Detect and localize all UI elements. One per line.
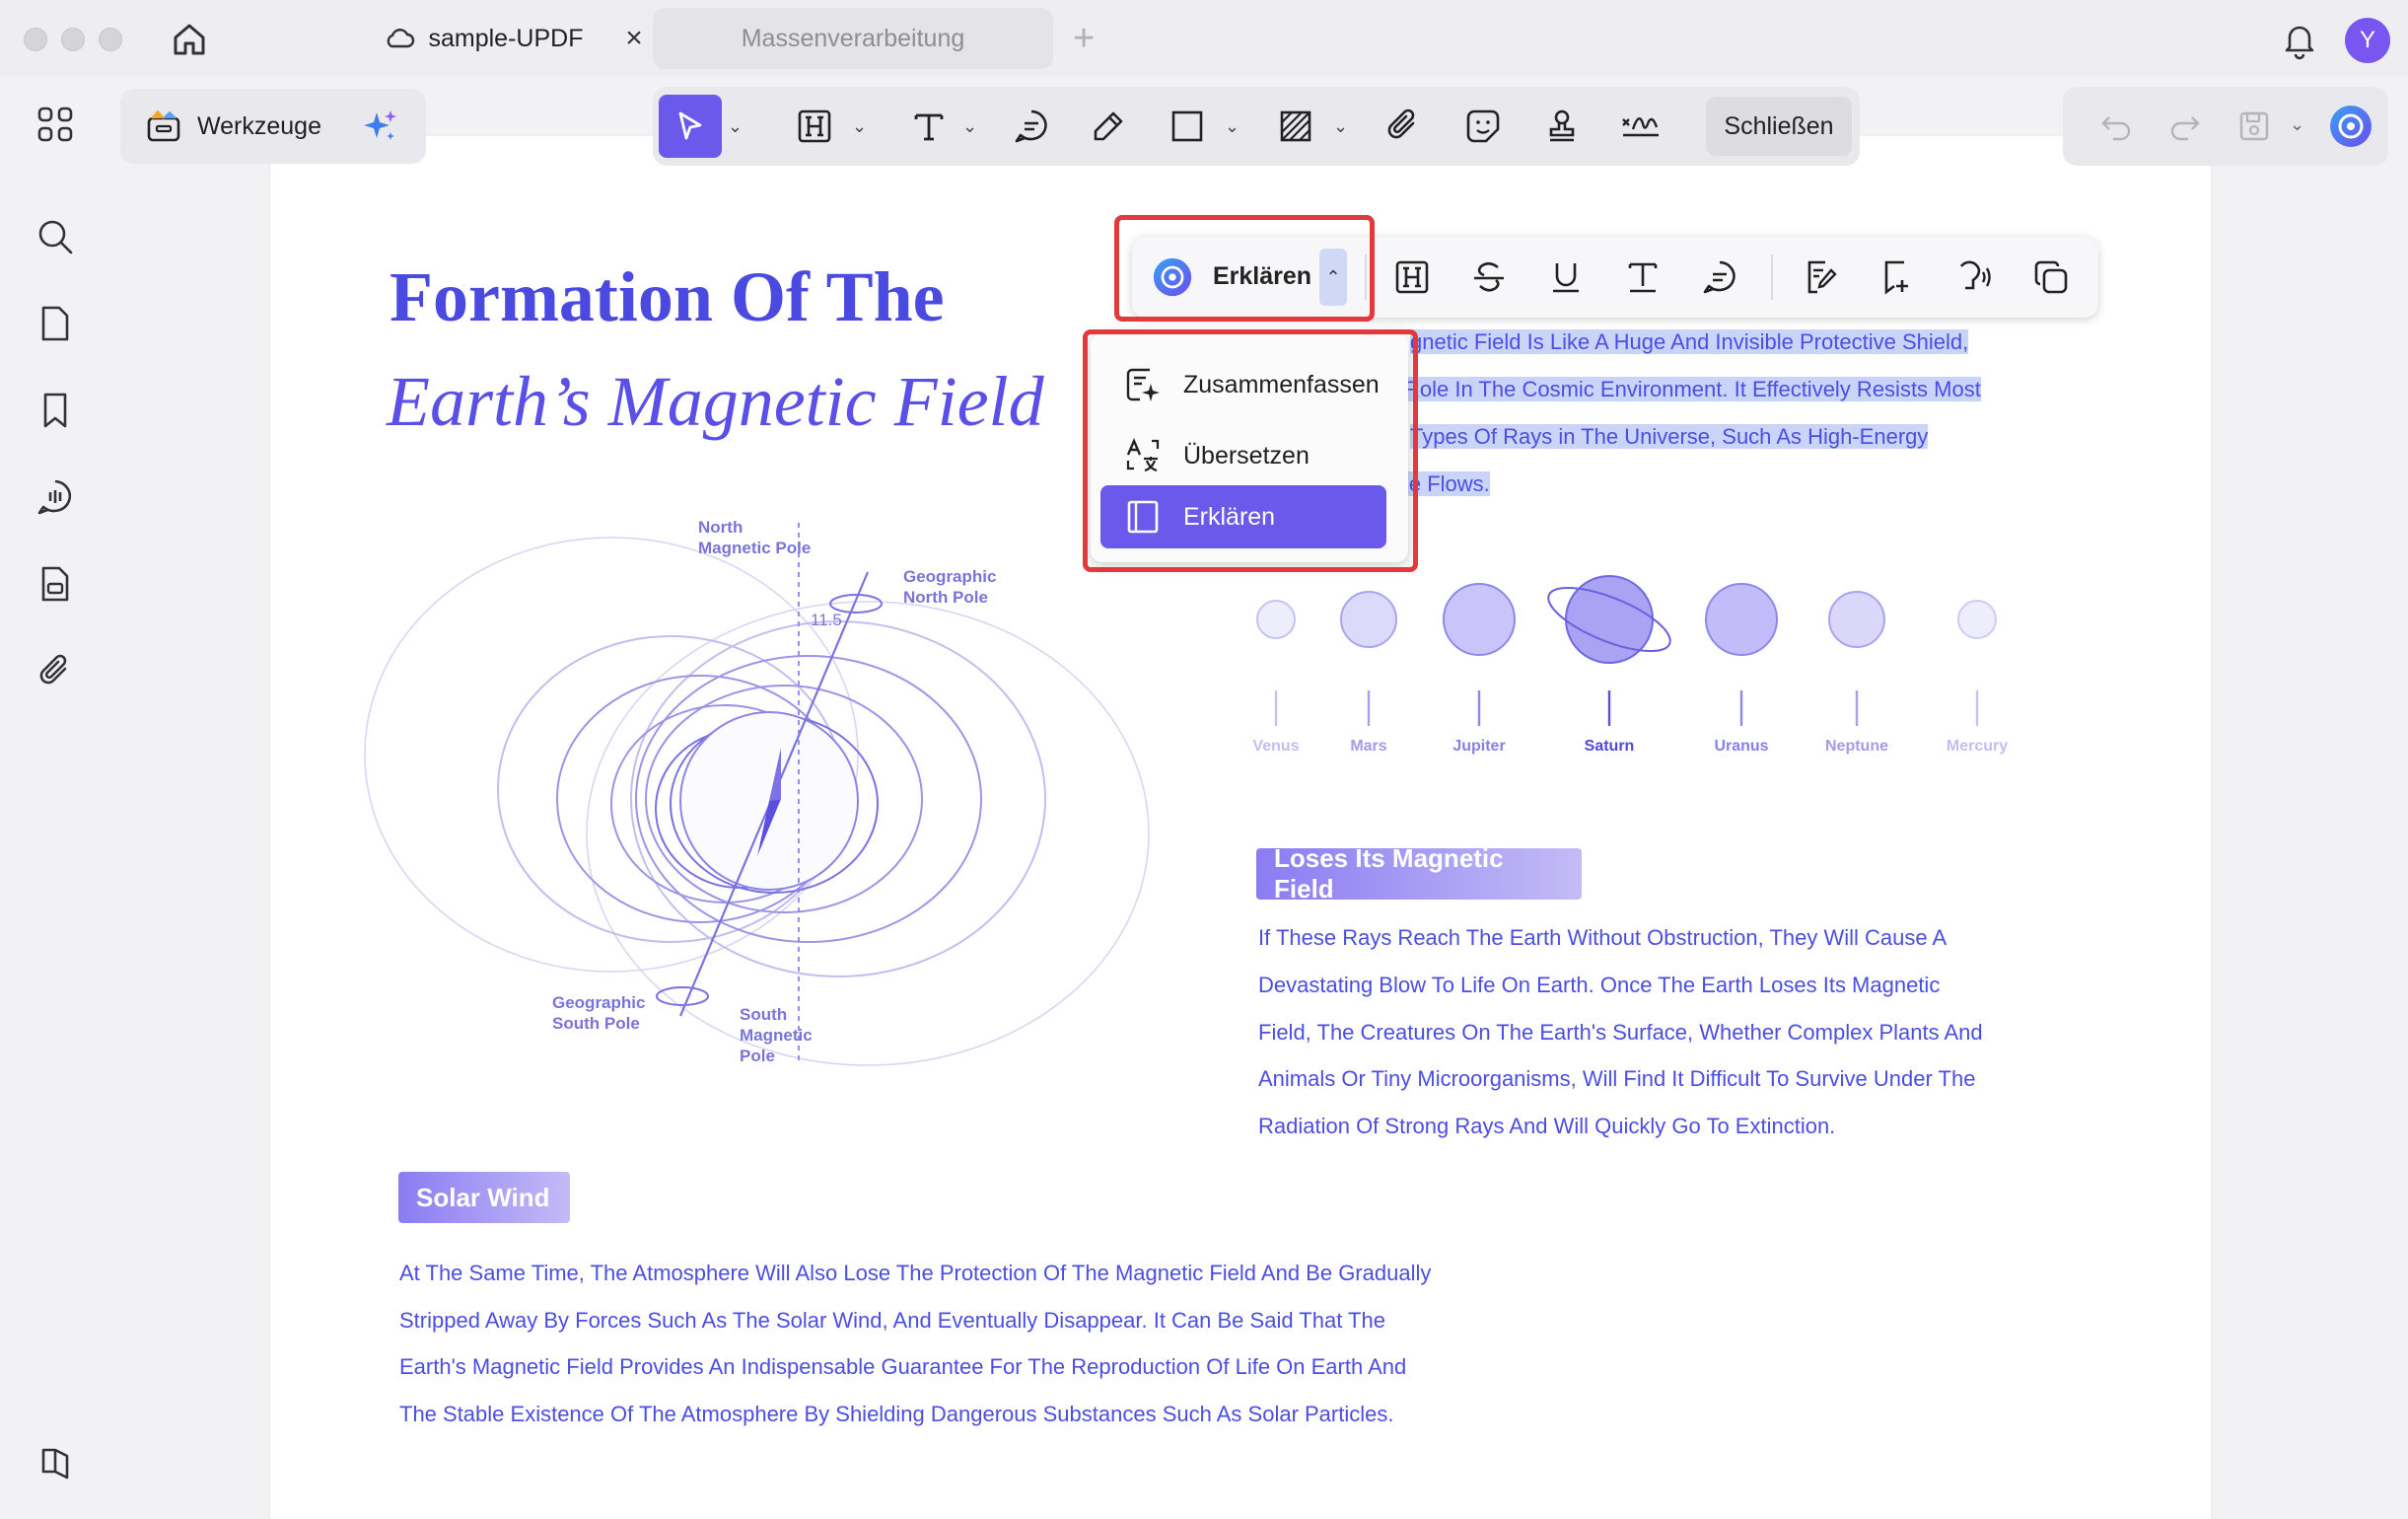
section-heading-solar-wind: Solar Wind bbox=[398, 1172, 570, 1223]
section-heading-magnetic: Loses Its Magnetic Field bbox=[1256, 843, 1582, 904]
divider bbox=[1771, 254, 1773, 300]
save-icon[interactable] bbox=[2227, 99, 2282, 154]
chevron-down-icon[interactable]: ⌄ bbox=[1225, 116, 1239, 137]
tab-title: Massenverarbeitung bbox=[741, 24, 965, 52]
home-icon[interactable] bbox=[168, 18, 211, 61]
selected-text-line[interactable]: gnetic Field Is Like A Huge And Invisibl… bbox=[1410, 329, 1969, 355]
diagram-label-south-magnetic: South Magnetic Pole bbox=[740, 1005, 813, 1065]
paragraph-line: Animals Or Tiny Microorganisms, Will Fin… bbox=[1258, 1066, 1976, 1091]
new-tab-icon[interactable]: + bbox=[1073, 18, 1095, 60]
bell-icon[interactable] bbox=[2278, 18, 2321, 61]
diagram-label-north-magnetic: North Magnetic Pole bbox=[698, 518, 812, 557]
stamp-tool-button[interactable] bbox=[1534, 99, 1590, 154]
callout-box-ai-menu bbox=[1083, 329, 1418, 572]
planet-label: Uranus bbox=[1714, 738, 1769, 755]
paragraph-line: Radiation Of Strong Rays And Will Quickl… bbox=[1258, 1114, 1836, 1138]
planets-illustration bbox=[1223, 562, 2051, 760]
close-edit-label: Schließen bbox=[1724, 111, 1834, 140]
grid-icon[interactable] bbox=[34, 103, 77, 146]
planet-label: Mars bbox=[1350, 738, 1387, 755]
chevron-down-icon[interactable]: ⌄ bbox=[2290, 114, 2304, 135]
paragraph-line: If These Rays Reach The Earth Without Ob… bbox=[1258, 925, 1948, 950]
tab-title: sample-UPDF bbox=[428, 24, 584, 52]
search-icon[interactable] bbox=[34, 215, 77, 258]
cloud-icon bbox=[384, 27, 415, 50]
toolbox-icon bbox=[144, 107, 183, 146]
selected-text: Role In The Cosmic Environment. It Effec… bbox=[1404, 377, 1981, 401]
avatar[interactable]: Y bbox=[2345, 18, 2390, 63]
sticker-tool-button[interactable] bbox=[1455, 99, 1511, 154]
tab-close-icon[interactable]: × bbox=[617, 22, 651, 55]
ai-assistant-icon[interactable] bbox=[2323, 99, 2378, 154]
window-close-button[interactable] bbox=[24, 28, 47, 51]
planet-label: Neptune bbox=[1825, 738, 1888, 755]
shape-tool-button[interactable] bbox=[1160, 99, 1215, 154]
page-title: Formation Of The bbox=[390, 257, 945, 336]
highlight-text-button[interactable] bbox=[1384, 250, 1440, 305]
selected-text: Types Of Rays in The Universe, Such As H… bbox=[1410, 424, 1929, 449]
magnetic-field-diagram bbox=[335, 503, 1223, 1075]
right-toolbar: ⌄ bbox=[2063, 87, 2388, 166]
undo-icon[interactable] bbox=[2089, 99, 2144, 154]
area-tool-button[interactable] bbox=[1268, 99, 1323, 154]
planet-label: Jupiter bbox=[1452, 738, 1506, 755]
highlight-tool-button[interactable] bbox=[787, 99, 842, 154]
tab-massenverarbeitung[interactable]: Massenverarbeitung bbox=[653, 8, 1053, 69]
close-edit-button[interactable]: Schließen bbox=[1706, 97, 1852, 156]
chevron-down-icon[interactable]: ⌄ bbox=[1333, 116, 1348, 137]
document-info-icon[interactable] bbox=[34, 562, 77, 606]
attach-file-button[interactable] bbox=[1377, 99, 1432, 154]
text-box-button[interactable] bbox=[1615, 250, 1670, 305]
signature-tool-button[interactable] bbox=[1613, 99, 1668, 154]
diagram-label-angle: 11.5 bbox=[811, 611, 842, 629]
tools-label: Werkzeuge bbox=[197, 111, 321, 140]
window-zoom-button[interactable] bbox=[99, 28, 122, 51]
paragraph-line: Earth's Magnetic Field Provides An Indis… bbox=[399, 1354, 1407, 1379]
text-tool-button[interactable] bbox=[901, 99, 956, 154]
chevron-down-icon[interactable]: ⌄ bbox=[728, 116, 743, 137]
paragraph-line: At The Same Time, The Atmosphere Will Al… bbox=[399, 1261, 1432, 1285]
comment-button[interactable] bbox=[1692, 250, 1747, 305]
bookmark-icon[interactable] bbox=[34, 389, 77, 432]
add-bookmark-button[interactable] bbox=[1870, 250, 1925, 305]
attachment-icon[interactable] bbox=[34, 649, 77, 692]
pencil-tool-button[interactable] bbox=[1081, 99, 1136, 154]
sidebar-toggle-icon[interactable] bbox=[34, 1442, 77, 1485]
window-minimize-button[interactable] bbox=[61, 28, 85, 51]
planet-label: Saturn bbox=[1584, 738, 1635, 755]
selected-text-line[interactable]: Types Of Rays in The Universe, Such As H… bbox=[1410, 424, 1929, 450]
page-subtitle: Earth’s Magnetic Field bbox=[387, 362, 1044, 441]
planet-label: Mercury bbox=[1946, 738, 2009, 755]
paragraph-line: Field, The Creatures On The Earth's Surf… bbox=[1258, 1020, 1983, 1045]
diagram-label-geo-north: Geographic North Pole bbox=[903, 567, 997, 607]
tools-panel[interactable]: Werkzeuge bbox=[120, 89, 426, 164]
main-toolbar: ⌄ ⌄ ⌄ ⌄ ⌄ Schließen bbox=[653, 87, 1860, 166]
underline-button[interactable] bbox=[1538, 250, 1594, 305]
strikethrough-button[interactable] bbox=[1461, 250, 1517, 305]
paragraph-line: The Stable Existence Of The Atmosphere B… bbox=[399, 1402, 1394, 1426]
chevron-down-icon[interactable]: ⌄ bbox=[852, 116, 867, 137]
callout-box-ai-button bbox=[1114, 215, 1375, 322]
select-tool-button[interactable] bbox=[659, 95, 722, 158]
selected-text-line[interactable]: Role In The Cosmic Environment. It Effec… bbox=[1404, 377, 1981, 402]
diagram-label-geo-south: Geographic South Pole bbox=[552, 993, 646, 1033]
ai-sparkle-icon[interactable] bbox=[361, 107, 400, 146]
selected-text: gnetic Field Is Like A Huge And Invisibl… bbox=[1410, 329, 1969, 354]
comment-list-icon[interactable] bbox=[34, 475, 77, 519]
paragraph-line: Stripped Away By Forces Such As The Sola… bbox=[399, 1308, 1385, 1333]
edit-text-button[interactable] bbox=[1793, 250, 1848, 305]
paragraph-line: Devastating Blow To Life On Earth. Once … bbox=[1258, 973, 1941, 997]
comment-tool-button[interactable] bbox=[1004, 99, 1059, 154]
avatar-letter: Y bbox=[2359, 27, 2375, 53]
read-aloud-button[interactable] bbox=[1947, 250, 2002, 305]
copy-button[interactable] bbox=[2023, 250, 2079, 305]
redo-icon[interactable] bbox=[2158, 99, 2213, 154]
page-thumbnail-icon[interactable] bbox=[34, 302, 77, 345]
tab-sample-updf[interactable]: sample-UPDF × bbox=[316, 8, 651, 69]
chevron-down-icon[interactable]: ⌄ bbox=[962, 116, 977, 137]
